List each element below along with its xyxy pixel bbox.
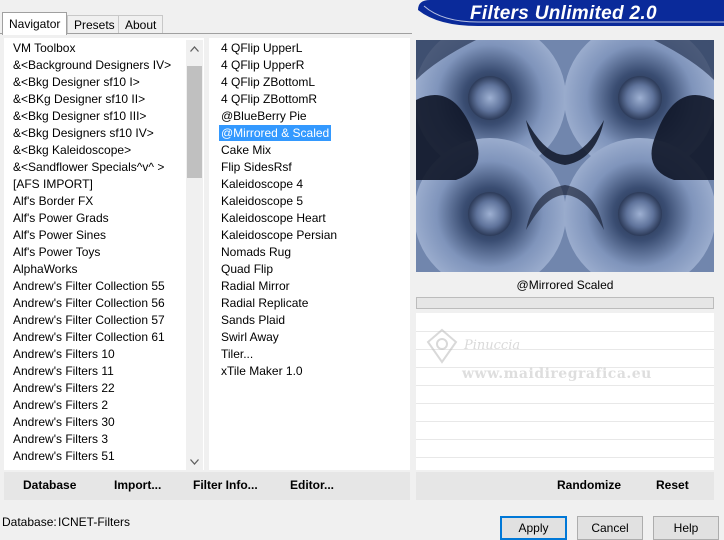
filter-item[interactable]: Nomads Rug: [221, 244, 337, 261]
banner-title: Filters Unlimited 2.0: [470, 3, 657, 24]
category-item[interactable]: &<Bkg Designer sf10 I>: [13, 74, 171, 91]
category-item[interactable]: Alf's Power Toys: [13, 244, 171, 261]
kaleidoscope-preview-graphic: [416, 40, 714, 272]
category-item[interactable]: &<Sandflower Specials^v^ >: [13, 159, 171, 176]
preview-image: [416, 40, 714, 272]
category-item[interactable]: &<BKg Designer sf10 II>: [13, 91, 171, 108]
filter-info-button[interactable]: Filter Info...: [193, 478, 258, 492]
filter-item[interactable]: Kaleidoscope Heart: [221, 210, 337, 227]
filter-item[interactable]: Kaleidoscope Persian: [221, 227, 337, 244]
filter-item[interactable]: @BlueBerry Pie: [221, 108, 337, 125]
filter-list-panel: 4 QFlip UpperL 4 QFlip UpperR 4 QFlip ZBot…: [209, 38, 410, 470]
category-item[interactable]: &<Bkg Designers sf10 IV>: [13, 125, 171, 142]
category-item[interactable]: Alf's Power Grads: [13, 210, 171, 227]
tab-about[interactable]: About: [118, 15, 164, 34]
database-value: ICNET-Filters: [58, 515, 130, 529]
database-label: Database:: [2, 515, 57, 529]
watermark-name: Pinuccia: [464, 338, 521, 353]
category-item[interactable]: AlphaWorks: [13, 261, 171, 278]
filter-list[interactable]: 4 QFlip UpperL 4 QFlip UpperR 4 QFlip ZBot…: [219, 40, 337, 380]
help-button[interactable]: Help: [653, 516, 719, 540]
category-item[interactable]: &<Bkg Kaleidoscope>: [13, 142, 171, 159]
watermark-logo: [426, 328, 458, 364]
import-button[interactable]: Import...: [114, 478, 161, 492]
category-item[interactable]: Alf's Power Sines: [13, 227, 171, 244]
category-item[interactable]: &<Bkg Designer sf10 III>: [13, 108, 171, 125]
cancel-button[interactable]: Cancel: [577, 516, 643, 540]
filter-item[interactable]: Radial Mirror: [221, 278, 337, 295]
category-list-panel: VM Toolbox &<Background Designers IV> &<Bk…: [4, 38, 204, 470]
tab-strip: Navigator Presets About: [0, 12, 420, 35]
filter-item[interactable]: Kaleidoscope 4: [221, 176, 337, 193]
editor-button[interactable]: Editor...: [290, 478, 334, 492]
filter-item[interactable]: Cake Mix: [221, 142, 337, 159]
filter-item[interactable]: Swirl Away: [221, 329, 337, 346]
category-item[interactable]: VM Toolbox: [13, 40, 171, 57]
app-banner: Filters Unlimited 2.0: [418, 0, 724, 26]
progress-bar: [416, 297, 714, 309]
category-list[interactable]: VM Toolbox &<Background Designers IV> &<Bk…: [13, 40, 171, 465]
filter-item[interactable]: 4 QFlip ZBottomL: [221, 74, 337, 91]
param-row-divider: [416, 439, 714, 440]
filter-item[interactable]: Quad Flip: [221, 261, 337, 278]
chevron-down-icon[interactable]: [186, 453, 203, 470]
reset-button[interactable]: Reset: [656, 478, 689, 492]
category-item[interactable]: Andrew's Filters 10: [13, 346, 171, 363]
tab-presets[interactable]: Presets: [67, 15, 122, 34]
category-item[interactable]: Andrew's Filters 3: [13, 431, 171, 448]
chevron-up-icon[interactable]: [186, 40, 203, 57]
category-item[interactable]: Andrew's Filters 30: [13, 414, 171, 431]
filter-item[interactable]: Kaleidoscope 5: [221, 193, 337, 210]
category-item[interactable]: Andrew's Filters 11: [13, 363, 171, 380]
category-item[interactable]: &<Background Designers IV>: [13, 57, 171, 74]
filter-item[interactable]: 4 QFlip ZBottomR: [221, 91, 337, 108]
preview-label: @Mirrored Scaled: [516, 278, 614, 292]
filter-item[interactable]: Flip SidesRsf: [221, 159, 337, 176]
filter-item[interactable]: Tiler...: [221, 346, 337, 363]
filter-item[interactable]: Sands Plaid: [221, 312, 337, 329]
category-item[interactable]: [AFS IMPORT]: [13, 176, 171, 193]
category-item[interactable]: Andrew's Filter Collection 61: [13, 329, 171, 346]
filter-item[interactable]: 4 QFlip UpperL: [221, 40, 337, 57]
category-item[interactable]: Andrew's Filters 51: [13, 448, 171, 465]
scrollbar-thumb[interactable]: [187, 66, 202, 178]
category-item[interactable]: Andrew's Filter Collection 55: [13, 278, 171, 295]
watermark-url: www.maidiregrafica.eu: [462, 366, 652, 382]
filter-item[interactable]: Radial Replicate: [221, 295, 337, 312]
category-item[interactable]: Andrew's Filter Collection 56: [13, 295, 171, 312]
category-item[interactable]: Andrew's Filters 2: [13, 397, 171, 414]
param-row-divider: [416, 403, 714, 404]
category-item[interactable]: Andrew's Filter Collection 57: [13, 312, 171, 329]
category-item[interactable]: Andrew's Filters 22: [13, 380, 171, 397]
database-button[interactable]: Database: [23, 478, 76, 492]
category-scrollbar[interactable]: [186, 40, 203, 470]
watermark: Pinuccia www.maidiregrafica.eu: [420, 322, 652, 392]
randomize-button[interactable]: Randomize: [557, 478, 621, 492]
param-row-divider: [416, 421, 714, 422]
apply-button[interactable]: Apply: [500, 516, 567, 540]
filter-item[interactable]: xTile Maker 1.0: [221, 363, 337, 380]
category-item[interactable]: Alf's Border FX: [13, 193, 171, 210]
filter-item[interactable]: 4 QFlip UpperR: [221, 57, 337, 74]
param-row-divider: [416, 457, 714, 458]
filter-item[interactable]: @Mirrored & Scaled: [219, 125, 337, 142]
filter-item-selected-label: @Mirrored & Scaled: [219, 125, 332, 141]
tab-navigator[interactable]: Navigator: [2, 12, 68, 35]
